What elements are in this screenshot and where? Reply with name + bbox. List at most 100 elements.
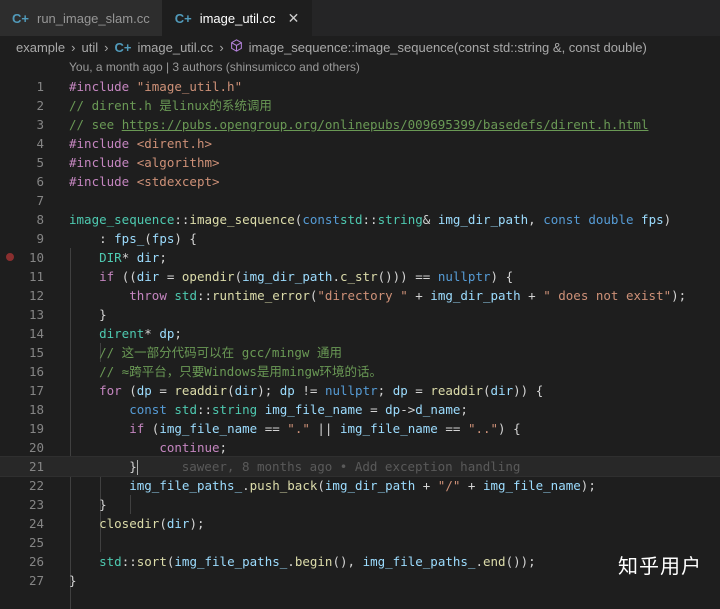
tab-run-image-slam[interactable]: C+ run_image_slam.cc bbox=[0, 0, 163, 36]
line-code: image_sequence::image_sequence(conststd:… bbox=[69, 210, 671, 229]
code-line[interactable]: 6 #include <stdexcept> bbox=[0, 172, 720, 191]
breadcrumb-folder-example[interactable]: example bbox=[16, 40, 65, 55]
line-number: 9 bbox=[36, 231, 44, 246]
line-code: // see https://pubs.opengroup.org/online… bbox=[69, 115, 648, 134]
code-token: // see bbox=[69, 117, 122, 132]
line-code: } saweer, 8 months ago • Add exception ha… bbox=[69, 457, 520, 476]
code-token: ( bbox=[317, 478, 325, 493]
code-line[interactable]: 2 // dirent.h 是linux的系统调用 bbox=[0, 96, 720, 115]
code-token: "directory " bbox=[317, 288, 408, 303]
code-token: . bbox=[332, 269, 340, 284]
code-token: ( bbox=[234, 269, 243, 284]
line-code: throw std::runtime_error("directory " + … bbox=[69, 286, 686, 305]
code-token: ); bbox=[671, 288, 687, 303]
code-line[interactable]: 22 img_file_paths_.push_back(img_dir_pat… bbox=[0, 476, 720, 495]
close-icon[interactable]: ✕ bbox=[288, 10, 300, 27]
code-token: dp bbox=[159, 326, 175, 341]
code-token: readdir bbox=[430, 383, 484, 398]
code-line[interactable]: 26 std::sort(img_file_paths_.begin(), im… bbox=[0, 552, 720, 571]
code-token: = bbox=[159, 269, 182, 284]
code-token: sort bbox=[136, 554, 167, 569]
code-line[interactable]: 13 } bbox=[0, 305, 720, 324]
breadcrumb: example › util › C+ image_util.cc › imag… bbox=[0, 36, 720, 58]
code-editor[interactable]: You, a month ago | 3 authors (shinsumicc… bbox=[0, 58, 720, 609]
code-token: // ≈跨平台，只要Windows是用mingw环境的话。 bbox=[99, 364, 383, 379]
code-line[interactable]: 18 const std::string img_file_name = dp-… bbox=[0, 400, 720, 419]
line-code: std::sort(img_file_paths_.begin(), img_f… bbox=[69, 552, 536, 571]
code-token: img_file_name bbox=[339, 421, 438, 436]
line-number: 6 bbox=[36, 174, 44, 189]
code-token: img_file_name bbox=[482, 478, 581, 493]
code-line[interactable]: 15 // 这一部分代码可以在 gcc/mingw 通用 bbox=[0, 343, 720, 362]
tab-image-util[interactable]: C+ image_util.cc ✕ bbox=[162, 0, 313, 36]
code-token: std bbox=[99, 554, 122, 569]
code-line[interactable]: 27} bbox=[0, 571, 720, 590]
line-code: // ≈跨平台，只要Windows是用mingw环境的话。 bbox=[69, 362, 382, 381]
code-token: nullptr bbox=[324, 383, 378, 398]
code-token: , bbox=[528, 212, 544, 227]
code-line[interactable]: 23 } bbox=[0, 495, 720, 514]
code-token: * bbox=[121, 250, 137, 265]
line-code: #include <stdexcept> bbox=[69, 172, 220, 191]
line-number: 25 bbox=[28, 535, 44, 550]
breadcrumb-file[interactable]: image_util.cc bbox=[137, 40, 213, 55]
code-token: :: bbox=[196, 402, 213, 417]
line-code: dirent* dp; bbox=[69, 324, 182, 343]
code-line[interactable]: 8 image_sequence::image_sequence(conststd… bbox=[0, 210, 720, 229]
code-token: ); bbox=[580, 478, 596, 493]
code-line[interactable]: 9 : fps_(fps) { bbox=[0, 229, 720, 248]
code-lines: 1 #include "image_util.h" 2 // dirent.h 是li… bbox=[0, 77, 720, 590]
line-code: // dirent.h 是linux的系统调用 bbox=[69, 96, 272, 115]
code-token: fps bbox=[151, 231, 175, 246]
chevron-right-icon: › bbox=[71, 39, 76, 55]
line-code: for (dp = readdir(dir); dp != nullptr; d… bbox=[69, 381, 543, 400]
code-token: ) bbox=[663, 212, 672, 227]
code-line[interactable]: 5 #include <algorithm> bbox=[0, 153, 720, 172]
code-line[interactable]: 3 // see https://pubs.opengroup.org/onlin… bbox=[0, 115, 720, 134]
code-token: :: bbox=[196, 288, 213, 303]
codelens-authors[interactable]: You, a month ago | 3 authors (shinsumicc… bbox=[69, 60, 360, 74]
line-number: 16 bbox=[28, 364, 44, 379]
code-token: dir bbox=[136, 250, 160, 265]
code-line[interactable]: 7 bbox=[0, 191, 720, 210]
code-token: ())) == bbox=[377, 269, 438, 284]
code-line[interactable]: 16 // ≈跨平台，只要Windows是用mingw环境的话。 bbox=[0, 362, 720, 381]
code-token: string bbox=[377, 212, 423, 227]
code-line[interactable]: 14 dirent* dp; bbox=[0, 324, 720, 343]
code-token: begin bbox=[294, 554, 333, 569]
code-token: std bbox=[174, 402, 197, 417]
line-number: 12 bbox=[28, 288, 44, 303]
breadcrumb-folder-util[interactable]: util bbox=[81, 40, 98, 55]
code-token: -> bbox=[400, 402, 416, 417]
code-line[interactable]: 10 DIR* dir; bbox=[0, 248, 720, 267]
line-code: #include <dirent.h> bbox=[69, 134, 212, 153]
code-line[interactable]: 12 throw std::runtime_error("directory "… bbox=[0, 286, 720, 305]
code-line[interactable]: 20 continue; bbox=[0, 438, 720, 457]
line-number: 27 bbox=[28, 573, 44, 588]
code-token: img_file_paths_ bbox=[362, 554, 476, 569]
code-token: dp bbox=[136, 383, 152, 398]
code-line[interactable]: 24 closedir(dir); bbox=[0, 514, 720, 533]
line-number: 21 bbox=[28, 459, 44, 474]
code-token: ".." bbox=[467, 421, 499, 436]
chevron-right-icon: › bbox=[104, 39, 109, 55]
code-line[interactable]: 17 for (dp = readdir(dir); dp != nullptr… bbox=[0, 381, 720, 400]
code-line[interactable]: 19 if (img_file_name == "." || img_file_… bbox=[0, 419, 720, 438]
code-line[interactable]: 21 } saweer, 8 months ago • Add exception… bbox=[0, 456, 720, 477]
line-number: 14 bbox=[28, 326, 44, 341]
code-token: string bbox=[212, 402, 258, 417]
code-line[interactable]: 11 if ((dir = opendir(img_dir_path.c_str… bbox=[0, 267, 720, 286]
line-number: 26 bbox=[28, 554, 44, 569]
code-token: img_file_paths_ bbox=[129, 478, 243, 493]
code-line[interactable]: 25 bbox=[0, 533, 720, 552]
code-token: + bbox=[407, 288, 431, 303]
breadcrumb-symbol[interactable]: image_sequence::image_sequence(const std… bbox=[249, 40, 647, 55]
code-token: . bbox=[287, 554, 295, 569]
code-line[interactable]: 4 #include <dirent.h> bbox=[0, 134, 720, 153]
line-code: #include <algorithm> bbox=[69, 153, 220, 172]
code-token: https://pubs.opengroup.org/onlinepubs/00… bbox=[121, 117, 649, 132]
code-line[interactable]: 1 #include "image_util.h" bbox=[0, 77, 720, 96]
line-code: if ((dir = opendir(img_dir_path.c_str())… bbox=[69, 267, 513, 286]
